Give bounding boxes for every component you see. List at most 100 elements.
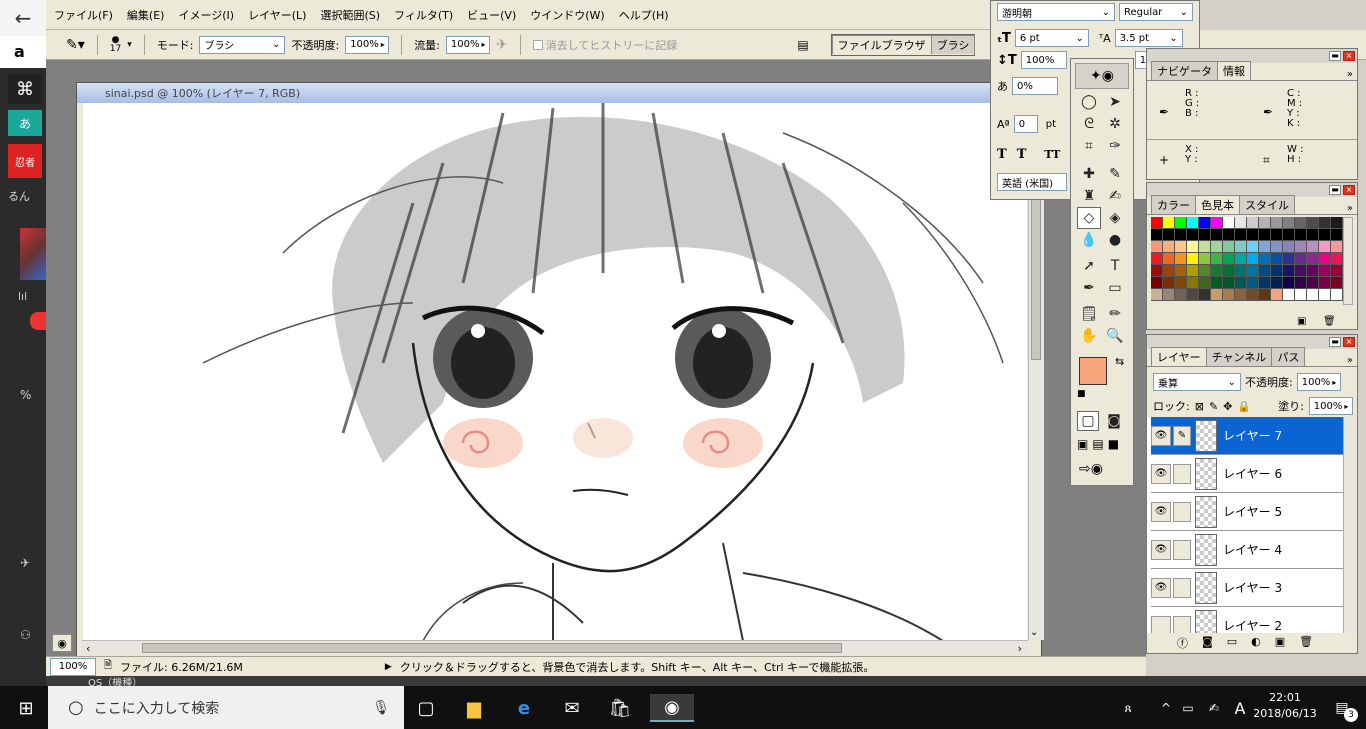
swatch[interactable] <box>1175 241 1187 253</box>
lock-move-icon[interactable]: ✥ <box>1223 400 1232 413</box>
swatch[interactable] <box>1247 277 1259 289</box>
swatch[interactable] <box>1283 229 1295 241</box>
swatch[interactable] <box>1163 241 1175 253</box>
swatch[interactable] <box>1211 265 1223 277</box>
baseline-shift-input[interactable]: 0 <box>1013 115 1038 133</box>
quick-mask-icon[interactable]: ◙ <box>1103 411 1125 431</box>
trash-icon[interactable]: 🗑 <box>1299 635 1313 651</box>
close-icon[interactable]: × <box>1343 51 1355 61</box>
swatch[interactable] <box>1271 241 1283 253</box>
arrow-right-icon[interactable]: ▸ <box>482 40 486 49</box>
marquee-tool-icon[interactable]: ◯ <box>1077 91 1101 113</box>
swatch[interactable] <box>1331 277 1343 289</box>
swatch[interactable] <box>1163 229 1175 241</box>
edge-icon[interactable]: e <box>508 694 540 722</box>
eraser-tool-icon[interactable]: ◇ <box>1077 207 1101 229</box>
swatch[interactable] <box>1235 241 1247 253</box>
swatch[interactable] <box>1295 277 1307 289</box>
swatch[interactable] <box>1235 253 1247 265</box>
tab-paths[interactable]: パス <box>1271 347 1306 366</box>
brush-preset-picker[interactable]: ● 17 <box>110 35 121 54</box>
eye-icon[interactable]: 👁 <box>1151 577 1171 598</box>
swatch[interactable] <box>1151 289 1163 301</box>
tab-swatches[interactable]: 色見本 <box>1195 195 1240 214</box>
standard-mode-icon[interactable]: ▢ <box>1077 411 1099 431</box>
eraser-icon[interactable]: ✎▾ <box>66 37 85 53</box>
tab-styles[interactable]: スタイル <box>1239 195 1295 214</box>
eye-icon[interactable]: 👁 <box>1151 425 1171 446</box>
menu-view[interactable]: ビュー(V) <box>467 7 516 23</box>
clock[interactable]: 22:01 2018/06/13 <box>1252 690 1318 722</box>
fill-input[interactable]: 100% ▸ <box>1308 397 1353 415</box>
swatch[interactable] <box>1283 277 1295 289</box>
layer-thumbnail[interactable] <box>1195 609 1217 633</box>
crop-tool-icon[interactable]: ⌗ <box>1077 135 1101 157</box>
leading-input[interactable]: 3.5 pt ⌄ <box>1114 29 1183 47</box>
pen-tool-icon[interactable]: ✒ <box>1077 277 1101 299</box>
swatch[interactable] <box>1199 241 1211 253</box>
document-titlebar[interactable]: sinai.psd @ 100% (レイヤー 7, RGB) <box>77 83 1041 103</box>
new-layer-icon[interactable]: ▣ <box>1275 635 1285 651</box>
swatch[interactable] <box>1187 241 1199 253</box>
chevron-down-icon[interactable]: ⌄ <box>1030 627 1038 638</box>
layer-opacity-input[interactable]: 100% ▸ <box>1296 373 1341 391</box>
stamp-tool-icon[interactable]: ♜ <box>1077 185 1101 207</box>
menu-edit[interactable]: 編集(E) <box>127 7 165 23</box>
swatch[interactable] <box>1163 277 1175 289</box>
swatch[interactable] <box>1319 253 1331 265</box>
amazon-icon[interactable]: a <box>0 36 46 68</box>
swatch[interactable] <box>1331 241 1343 253</box>
paint-bucket-tool-icon[interactable]: ◈ <box>1103 207 1127 229</box>
swatch[interactable] <box>1223 277 1235 289</box>
swatch[interactable] <box>1307 229 1319 241</box>
swatch[interactable] <box>1211 253 1223 265</box>
swatch[interactable] <box>1331 265 1343 277</box>
swatch[interactable] <box>1271 229 1283 241</box>
swatch[interactable] <box>1235 289 1247 301</box>
layer-thumbnail[interactable] <box>1195 571 1217 604</box>
swatch[interactable] <box>1295 229 1307 241</box>
swatch[interactable] <box>1187 289 1199 301</box>
tab-file-browser[interactable]: ファイルブラウザ <box>831 35 932 54</box>
menu-image[interactable]: イメージ(I) <box>178 7 234 23</box>
taskbar-search[interactable]: ○ ここに入力して検索 🎙 <box>48 686 404 729</box>
swatch[interactable] <box>1175 217 1187 229</box>
swatch[interactable] <box>1175 289 1187 301</box>
swatch[interactable] <box>1199 277 1211 289</box>
screen-mode-menu-icon[interactable]: ▤ <box>1092 437 1103 451</box>
brush-link-icon[interactable] <box>1173 539 1191 560</box>
layer-row[interactable]: 👁 レイヤー 5 <box>1151 493 1343 531</box>
swatch[interactable] <box>1259 229 1271 241</box>
history-brush-tool-icon[interactable]: ✍ <box>1103 185 1127 207</box>
eye-icon[interactable] <box>1151 615 1171 633</box>
minimize-icon[interactable]: ▬ <box>1329 185 1341 195</box>
swatch[interactable] <box>1247 229 1259 241</box>
tracking-input[interactable]: 0% <box>1012 77 1058 95</box>
swatch[interactable] <box>1331 289 1343 301</box>
swatch[interactable] <box>1319 289 1331 301</box>
arrow-right-icon[interactable]: ▶ <box>385 662 392 672</box>
layers-scrollbar[interactable] <box>1343 417 1357 633</box>
swatch[interactable] <box>1235 229 1247 241</box>
swatch[interactable] <box>1211 229 1223 241</box>
hand-tool-icon[interactable]: ✋ <box>1077 325 1101 347</box>
swatch[interactable] <box>1247 241 1259 253</box>
layer-row[interactable]: 👁 レイヤー 4 <box>1151 531 1343 569</box>
swatch[interactable] <box>1307 241 1319 253</box>
swatch[interactable] <box>1271 253 1283 265</box>
canvas[interactable] <box>83 103 1027 641</box>
task-view-icon[interactable]: ▢ <box>410 694 442 722</box>
swatch[interactable] <box>1223 289 1235 301</box>
default-colors-icon[interactable]: ■ <box>1077 389 1086 399</box>
faux-bold-button[interactable]: T <box>997 147 1007 162</box>
font-style-select[interactable]: Regular ⌄ <box>1119 3 1193 21</box>
swatch[interactable] <box>1163 265 1175 277</box>
panel-menu-icon[interactable]: » <box>1347 69 1357 80</box>
checkbox-box[interactable] <box>532 39 543 50</box>
new-group-icon[interactable]: ▭ <box>1227 635 1237 651</box>
menu-filter[interactable]: フィルタ(T) <box>394 7 453 23</box>
font-family-select[interactable]: 游明朝 ⌄ <box>997 3 1115 21</box>
swatch[interactable] <box>1271 277 1283 289</box>
app-icon[interactable]: ⌘ <box>8 74 42 104</box>
language-select[interactable]: 英語 (米国) <box>997 173 1067 191</box>
